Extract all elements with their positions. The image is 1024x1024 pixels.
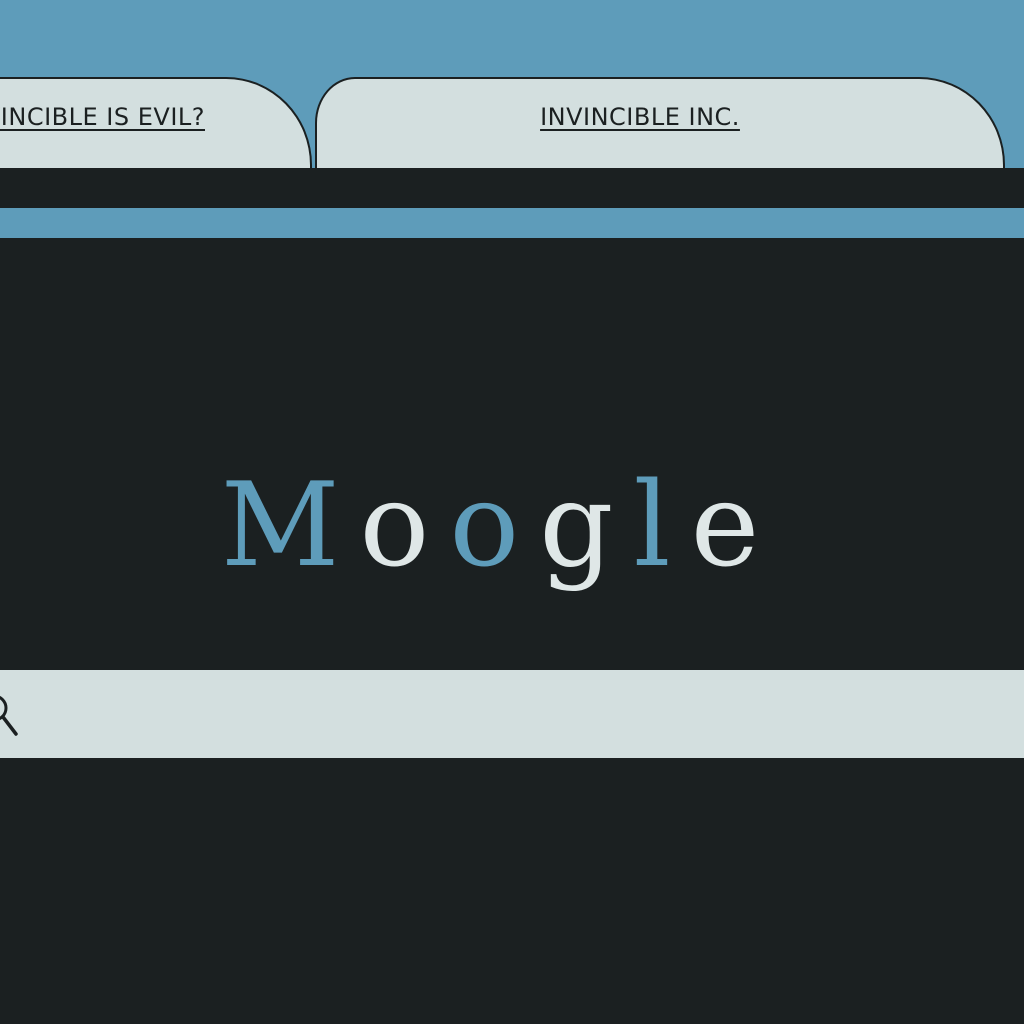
tab-invincible-is-evil[interactable]: INVINCIBLE IS EVIL? [0,77,312,168]
logo-letter: g [539,458,634,593]
logo-letter: l [633,458,691,593]
moogle-logo: Moogle [0,468,1000,584]
search-bar[interactable] [0,670,1024,760]
browser-window: INVINCIBLE IS EVIL? INVINCIBLE INC. Moog… [0,0,1024,1024]
tab-label[interactable]: INVINCIBLE INC. [295,103,985,131]
logo-letter: o [359,458,450,593]
logo-letter: M [220,458,360,593]
toolbar [0,168,1024,208]
search-icon[interactable] [0,690,20,740]
tab-strip: INVINCIBLE IS EVIL? INVINCIBLE INC. [0,0,1024,168]
accent-bar [0,208,1024,238]
logo-letter: o [449,458,540,593]
logo-letter: e [690,458,780,593]
tab-label[interactable]: INVINCIBLE IS EVIL? [0,103,205,131]
tab-invincible-inc[interactable]: INVINCIBLE INC. [315,77,1005,168]
search-input[interactable] [30,670,1014,760]
